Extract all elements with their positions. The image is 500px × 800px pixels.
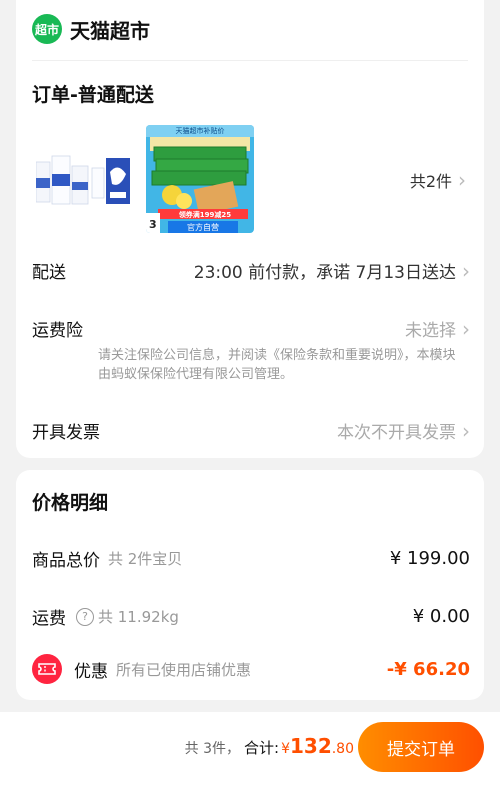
goods-total-row: 商品总价 共 2件宝贝 ¥ 199.00	[32, 546, 470, 571]
delivery-value-text: 23:00 前付款，承诺 7月13日送达	[193, 263, 456, 283]
discount-row[interactable]: 优惠 所有已使用店铺优惠 -¥ 66.20	[32, 654, 470, 684]
checkout-bar: 共 3件， 合计: ¥ 132 .80 提交订单	[0, 712, 500, 800]
chevron-right-icon: ›	[462, 258, 470, 283]
summary-total-dec: .80	[331, 741, 354, 757]
shipping-fee-amount: ¥ 0.00	[412, 606, 470, 627]
product-count-link[interactable]: 共2件 ›	[410, 168, 466, 192]
price-detail-card: 价格明细 商品总价 共 2件宝贝 ¥ 199.00 运费 ? 共 11.92kg…	[16, 470, 484, 700]
store-logo: 超市	[32, 14, 62, 44]
help-icon[interactable]: ?	[76, 607, 94, 626]
summary-total-int: 132	[289, 734, 332, 758]
invoice-value: 本次不开具发票 ›	[337, 418, 470, 444]
shipping-fee-row: 运费 ? 共 11.92kg ¥ 0.00	[32, 604, 470, 629]
shipping-insurance-value-text: 未选择	[405, 321, 456, 341]
order-card: 超市 天猫超市 订单-普通配送 天猫超市补贴价 领券满199减25 官方自营 3…	[16, 0, 484, 458]
discount-sub: 所有已使用店铺优惠	[116, 660, 252, 679]
product-promo-text: 领券满199减25	[178, 211, 232, 219]
invoice-label: 开具发票	[32, 423, 100, 443]
delivery-value: 23:00 前付款，承诺 7月13日送达 ›	[193, 258, 470, 284]
chevron-right-icon: ›	[458, 168, 466, 192]
store-header[interactable]: 超市 天猫超市	[32, 14, 150, 44]
product-image-biscuits[interactable]: 天猫超市补贴价 领券满199减25 官方自营 3	[146, 125, 254, 233]
discount-label: 优惠	[74, 661, 108, 682]
summary-currency: ¥	[281, 741, 290, 757]
invoice-value-text: 本次不开具发票	[337, 423, 456, 443]
chevron-right-icon: ›	[462, 316, 470, 341]
store-name: 天猫超市	[70, 18, 150, 43]
invoice-row[interactable]: 开具发票 本次不开具发票 ›	[32, 418, 470, 444]
order-title: 订单-普通配送	[32, 84, 154, 106]
summary-total-label: 合计:	[244, 739, 280, 757]
shipping-insurance-row[interactable]: 运费险 未选择 ›	[32, 316, 470, 342]
summary-count: 共 3件，	[184, 741, 240, 757]
shipping-weight: 共 11.92kg	[98, 608, 179, 626]
goods-total-amount: ¥ 199.00	[389, 548, 470, 569]
product-badge-text: 官方自营	[187, 223, 219, 232]
insurance-note: 请关注保险公司信息，并阅读《保险条款和重要说明》，本模块由蚂蚁保保险代理有限公司…	[98, 348, 456, 382]
product-image-milk[interactable]	[35, 152, 132, 208]
product-banner-text: 天猫超市补贴价	[175, 127, 225, 135]
delivery-row[interactable]: 配送 23:00 前付款，承诺 7月13日送达 ›	[32, 258, 470, 284]
product-count-text: 共2件	[409, 172, 452, 191]
divider	[32, 60, 468, 61]
goods-total-sub: 共 2件宝贝	[108, 550, 183, 568]
chevron-right-icon: ›	[462, 418, 470, 443]
discount-amount: -¥ 66.20	[386, 658, 470, 680]
shipping-fee-label: 运费	[32, 609, 66, 629]
product-pack-number: 3	[149, 218, 157, 231]
coupon-icon	[32, 654, 62, 684]
order-summary: 共 3件， 合计: ¥ 132 .80	[185, 734, 354, 758]
submit-order-button[interactable]: 提交订单	[358, 722, 484, 772]
shipping-insurance-label: 运费险	[32, 321, 83, 341]
goods-total-label: 商品总价	[32, 551, 100, 571]
shipping-insurance-value: 未选择 ›	[405, 316, 470, 342]
delivery-label: 配送	[32, 263, 66, 283]
price-detail-title: 价格明细	[32, 492, 109, 514]
